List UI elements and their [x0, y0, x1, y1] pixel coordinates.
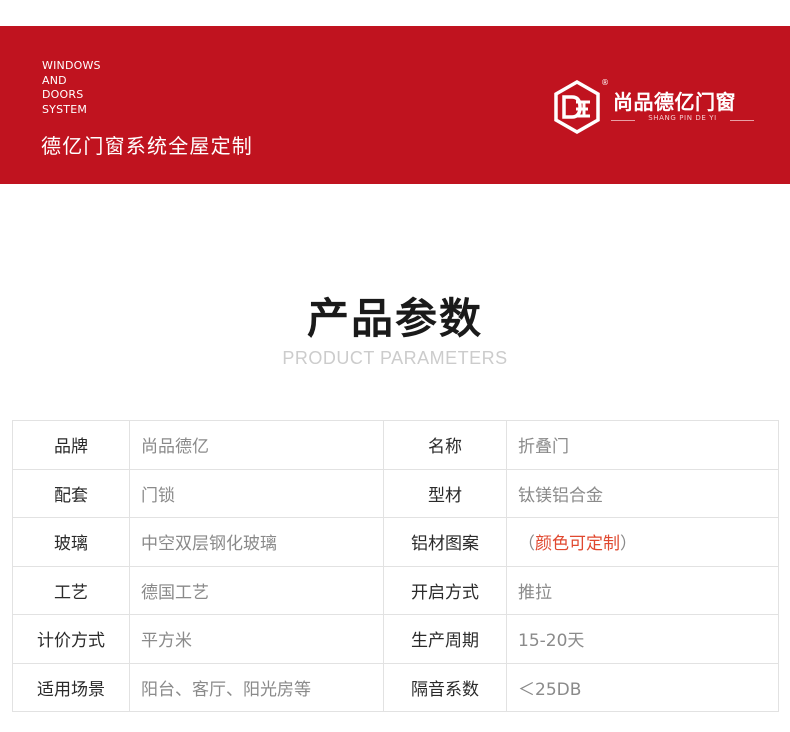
table-row: 配套 门锁 型材 钛镁铝合金	[12, 468, 779, 518]
param-value: 阳台、客厅、阳光房等	[129, 662, 384, 712]
highlight-text: 颜色可定制	[535, 534, 620, 555]
close-paren: ）	[620, 534, 637, 555]
param-label: 隔音系数	[383, 662, 507, 712]
parameter-table: 品牌 尚品德亿 名称 折叠门 配套 门锁 型材 钛镁铝合金 玻璃 中空双层钢化玻…	[12, 420, 779, 712]
param-value: 德国工艺	[129, 565, 384, 615]
param-label: 铝材图案	[383, 517, 507, 567]
param-value: 中空双层钢化玻璃	[129, 517, 384, 567]
param-label: 计价方式	[12, 614, 130, 664]
param-value: 推拉	[506, 565, 779, 615]
table-row: 品牌 尚品德亿 名称 折叠门	[12, 420, 779, 470]
divider-line	[730, 120, 754, 121]
param-value: 折叠门	[506, 420, 779, 470]
param-value: 15-20天	[506, 614, 779, 664]
table-row: 计价方式 平方米 生产周期 15-20天	[12, 614, 779, 664]
param-label: 生产周期	[383, 614, 507, 664]
param-label: 适用场景	[12, 662, 130, 712]
param-label: 开启方式	[383, 565, 507, 615]
divider-line	[611, 120, 635, 121]
tagline-line: SYSTEM	[42, 103, 88, 117]
param-label: 品牌	[12, 420, 130, 470]
section-title: 产品参数	[306, 294, 483, 343]
param-value: 平方米	[129, 614, 384, 664]
banner-slogan: 德亿门窗系统全屋定制	[41, 134, 253, 158]
param-value: 门锁	[129, 468, 384, 518]
registered-mark: ®	[601, 78, 609, 87]
param-value: ＜25DB	[506, 662, 779, 712]
brand-pinyin: SHANG PIN DE YI	[648, 114, 717, 122]
brand-pinyin-row: SHANG PIN DE YI	[611, 114, 754, 126]
header-banner: WINDOWS AND DOORS SYSTEM 德亿门窗系统全屋定制 ® 尚品…	[0, 26, 790, 184]
table-row: 适用场景 阳台、客厅、阳光房等 隔音系数 ＜25DB	[12, 662, 779, 712]
open-paren: （	[518, 534, 535, 555]
param-label: 名称	[383, 420, 507, 470]
param-label: 玻璃	[12, 517, 130, 567]
banner-tagline: WINDOWS AND DOORS SYSTEM	[42, 59, 101, 118]
param-value-highlight: （颜色可定制）	[506, 517, 779, 567]
tagline-line: AND	[42, 73, 67, 87]
table-row: 工艺 德国工艺 开启方式 推拉	[12, 565, 779, 615]
tagline-line: DOORS	[42, 88, 84, 102]
param-label: 工艺	[12, 565, 130, 615]
section-subtitle: PRODUCT PARAMETERS	[282, 348, 508, 368]
param-label: 配套	[12, 468, 130, 518]
hexagon-de-logo-icon	[554, 80, 600, 134]
param-value: 钛镁铝合金	[506, 468, 779, 518]
param-label: 型材	[383, 468, 507, 518]
table-row: 玻璃 中空双层钢化玻璃 铝材图案 （颜色可定制）	[12, 517, 779, 567]
tagline-line: WINDOWS	[42, 59, 101, 72]
brand-logo: ® 尚品德亿门窗 SHANG PIN DE YI	[553, 78, 763, 138]
param-value: 尚品德亿	[129, 420, 384, 470]
brand-name: 尚品德亿门窗	[613, 90, 736, 114]
